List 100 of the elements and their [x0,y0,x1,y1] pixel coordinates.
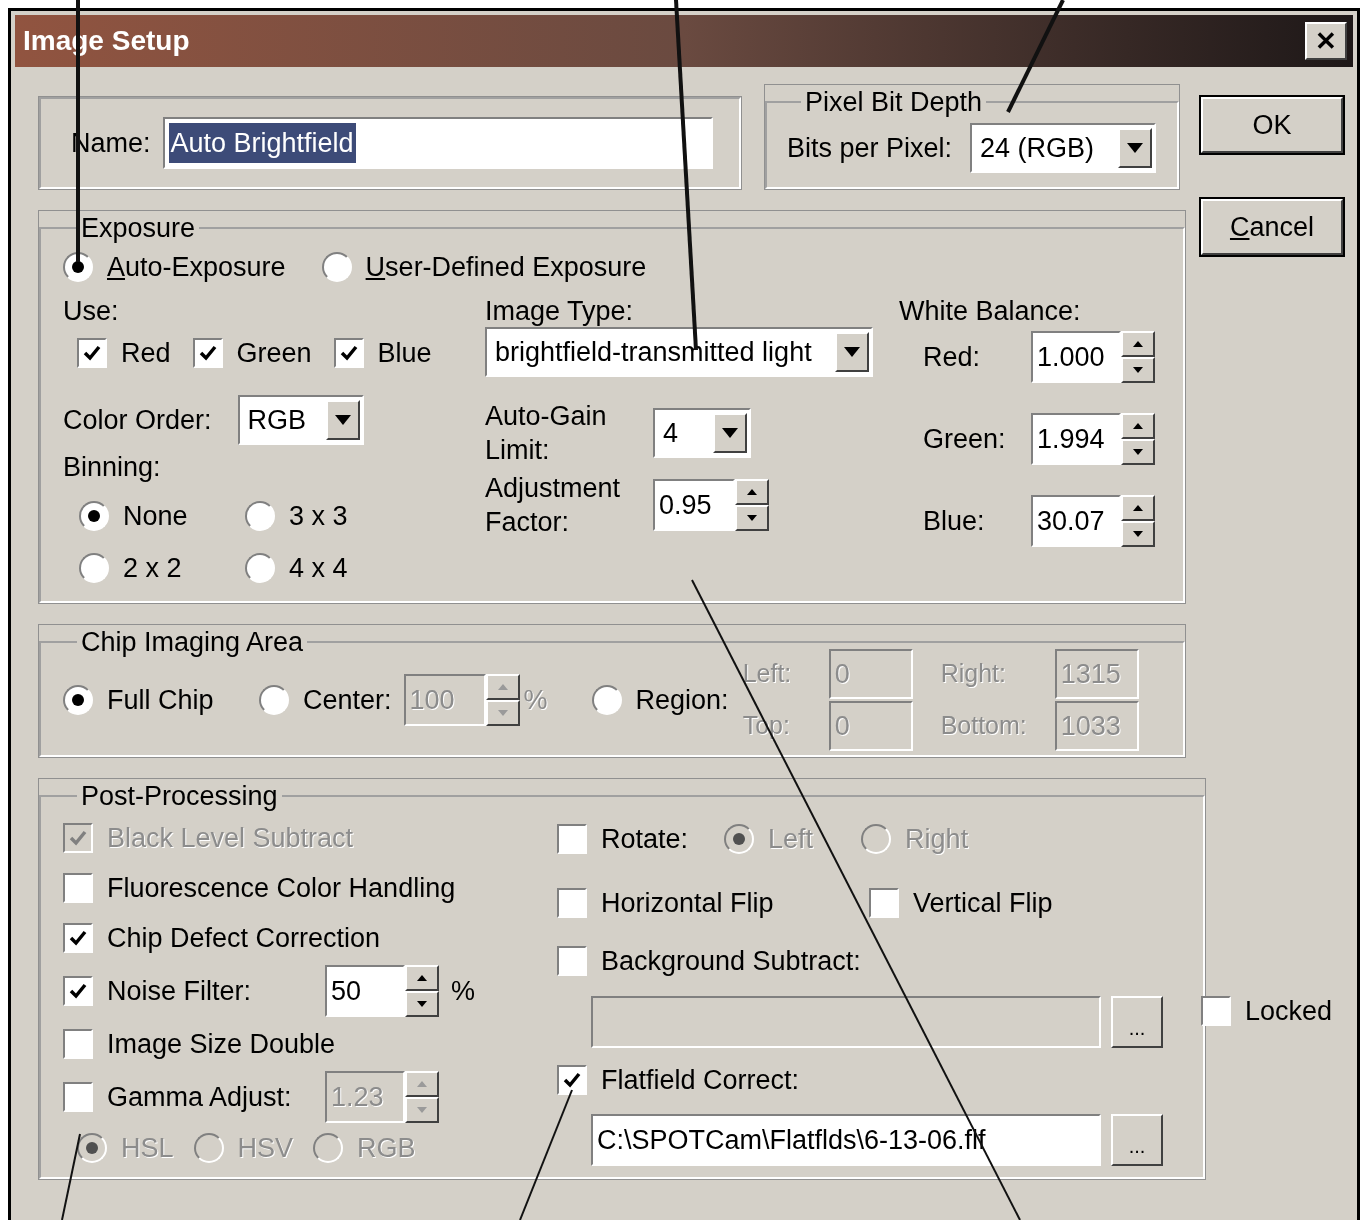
up-arrow-icon [1133,341,1143,347]
checkbox[interactable] [63,873,93,903]
check-icon [339,345,358,361]
spin-down-button[interactable] [1121,357,1155,383]
number-field[interactable]: 50 [325,965,405,1017]
radio-button[interactable] [79,553,109,584]
spin-up-button[interactable] [485,674,520,700]
radio-label: RGB [357,1131,416,1165]
group-title: Chip Imaging Area [80,626,305,659]
up-arrow-icon [417,1081,427,1087]
label: Adjustment Factor: [485,472,622,539]
number-field[interactable]: 1.994 [1031,413,1121,465]
image-type-dropdown[interactable]: brightfield-transmitted light [485,327,873,377]
checkbox[interactable] [63,976,93,1006]
auto-gain-dropdown[interactable]: 4 [653,408,751,458]
checkbox-label: Flatfield Correct: [601,1063,800,1097]
spin-up-button[interactable] [1121,331,1155,357]
radio-button[interactable] [861,824,892,854]
checkbox-label: Noise Filter: [107,974,252,1008]
radio-button[interactable] [321,252,352,282]
checkbox[interactable] [557,824,587,854]
down-arrow-icon [722,428,738,438]
checkbox-label: Black Level Subtract [107,821,354,855]
checkbox[interactable] [557,888,587,918]
label: Green: [922,422,1007,456]
number-field[interactable]: 30.07 [1031,495,1121,547]
spin-up-button[interactable] [405,1071,439,1097]
check-icon [563,1071,581,1088]
radio-label: Full Chip [107,683,214,717]
number-field[interactable]: 0.95 [653,479,735,531]
checkbox-label: Gamma Adjust: [107,1080,292,1114]
radio-button[interactable] [245,500,275,531]
browse-button[interactable]: ... [1111,995,1163,1048]
checkbox-label: Horizontal Flip [601,886,774,920]
checkbox[interactable] [869,888,899,918]
label: Binning: [63,451,162,484]
radio-button[interactable] [63,685,93,715]
spin-up-button[interactable] [735,479,769,505]
close-button[interactable]: ✕ [1305,22,1347,60]
label: Bits per Pixel: [787,131,953,165]
dropdown-button[interactable] [835,332,869,372]
check-icon [69,930,87,946]
radio-label: 3 x 3 [289,499,348,533]
checkbox-label: Blue [377,336,432,370]
name-field[interactable]: Auto Brightfield [162,117,713,169]
label: Auto-Gain Limit: [485,400,608,467]
spin-up-button[interactable] [1121,413,1155,439]
checkbox-label: Chip Defect Correction [107,921,381,955]
spin-down-button[interactable] [1121,521,1155,547]
checkbox[interactable] [192,338,223,368]
dropdown-button[interactable] [325,400,360,440]
up-arrow-icon [417,975,427,981]
label: Left: [742,658,793,690]
radio-button[interactable] [245,553,275,584]
dialog-button[interactable]: Cancel [1201,199,1343,255]
group-title: Exposure [80,212,197,245]
radio-label: Right [905,822,969,856]
radio-button[interactable] [79,500,109,531]
checkbox[interactable] [63,1029,93,1059]
checkbox[interactable] [557,1064,587,1095]
radio-label: Center: [303,683,392,717]
color-order-dropdown[interactable]: RGB [237,395,364,445]
spin-down-button[interactable] [405,991,439,1017]
checkbox[interactable] [63,1082,93,1112]
spin-up-button[interactable] [405,965,439,991]
label: % [523,683,548,717]
down-arrow-icon [844,347,860,357]
down-arrow-icon [1133,531,1143,537]
checkbox[interactable] [1201,996,1231,1027]
spin-down-button[interactable] [485,700,520,726]
label: Image Type: [485,295,635,327]
dropdown-button[interactable] [1118,128,1153,168]
radio-button[interactable] [63,252,93,282]
dropdown-button[interactable] [713,413,747,453]
up-arrow-icon [1133,423,1143,429]
check-icon [69,830,87,846]
checkbox[interactable] [77,338,107,368]
spin-down-button[interactable] [405,1097,439,1123]
check-icon [198,345,217,361]
bit-depth-dropdown[interactable]: 24 (RGB) [970,123,1157,173]
up-arrow-icon [497,684,508,690]
number-field[interactable]: 1.000 [1031,331,1121,383]
down-arrow-icon [497,710,508,716]
checkbox[interactable] [557,946,587,977]
spin-down-button[interactable] [735,505,769,531]
radio-label: Left [768,822,814,856]
spin-up-button[interactable] [1121,495,1155,521]
browse-button[interactable]: ... [1111,1114,1163,1166]
checkbox[interactable] [333,338,364,368]
dialog-button[interactable]: OK [1201,97,1343,153]
spin-down-button[interactable] [1121,439,1155,465]
checkbox-label: Vertical Flip [913,886,1053,920]
down-arrow-icon [334,415,351,425]
label: Blue: [922,504,986,538]
up-arrow-icon [747,489,757,495]
check-icon [83,345,101,361]
radio-button[interactable] [724,824,755,854]
checkbox[interactable] [63,923,93,953]
checkbox-label: Green [236,336,312,370]
radio-label: HSV [237,1131,294,1165]
